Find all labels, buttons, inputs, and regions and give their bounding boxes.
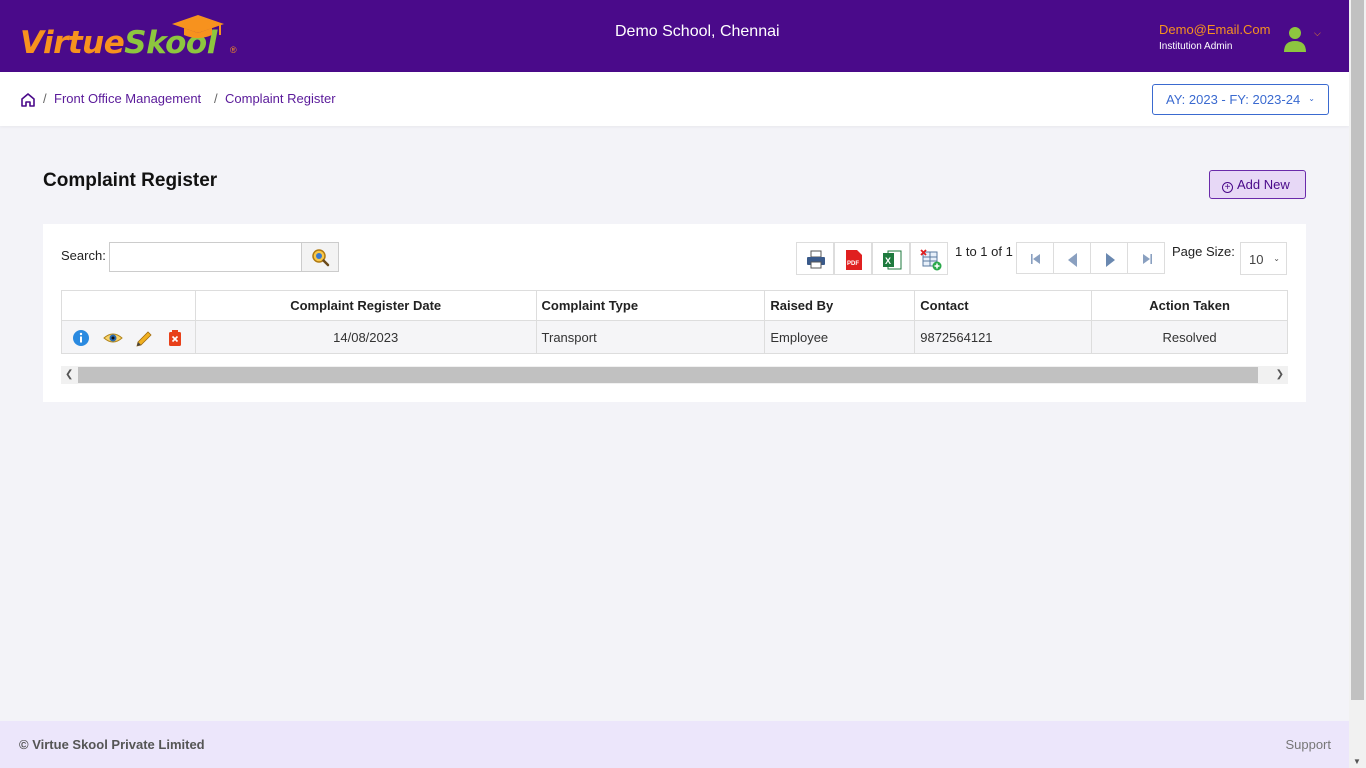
printer-icon bbox=[807, 250, 825, 269]
breadcrumb-separator: / bbox=[214, 91, 218, 106]
breadcrumb-complaint-register: Complaint Register bbox=[225, 91, 336, 106]
cell-date: 14/08/2023 bbox=[194, 320, 537, 354]
user-email[interactable]: Demo@Email.Com bbox=[1159, 22, 1270, 37]
scroll-right-icon[interactable]: ❯ bbox=[1276, 369, 1284, 380]
scrollbar-thumb[interactable] bbox=[78, 367, 1258, 383]
search-input[interactable] bbox=[109, 242, 302, 272]
search-icon bbox=[312, 249, 330, 267]
table-row[interactable]: 14/08/2023 Transport Employee 9872564121… bbox=[61, 320, 1288, 354]
table-settings-icon bbox=[920, 249, 942, 271]
column-header-raised-by[interactable]: Raised By bbox=[764, 290, 916, 321]
user-avatar-icon[interactable] bbox=[1283, 25, 1307, 53]
column-header-date[interactable]: Complaint Register Date bbox=[194, 290, 537, 321]
last-page-button[interactable] bbox=[1127, 242, 1165, 274]
prev-page-icon bbox=[1068, 253, 1077, 267]
page-size-label: Page Size: bbox=[1172, 244, 1235, 259]
page-title: Complaint Register bbox=[43, 170, 218, 191]
delete-icon[interactable] bbox=[166, 329, 184, 347]
export-excel-button[interactable]: X bbox=[872, 242, 910, 275]
next-page-button[interactable] bbox=[1090, 242, 1128, 274]
table-header-row: Complaint Register Date Complaint Type R… bbox=[61, 290, 1288, 321]
top-header: VirtueSkool ® Demo School, Chennai Demo@… bbox=[0, 0, 1349, 72]
svg-text:PDF: PDF bbox=[847, 261, 859, 267]
user-role: Institution Admin bbox=[1159, 41, 1233, 52]
complaint-grid-card: Search: PDF X 1 to 1 of 1 Page Size: 10 … bbox=[43, 224, 1306, 402]
first-page-button[interactable] bbox=[1016, 242, 1054, 274]
column-chooser-button[interactable] bbox=[910, 242, 948, 275]
search-label: Search: bbox=[61, 248, 106, 263]
chevron-down-icon: ⌄ bbox=[1308, 94, 1315, 103]
scrollbar-thumb[interactable] bbox=[1351, 0, 1364, 700]
scroll-down-icon[interactable]: ▼ bbox=[1353, 757, 1361, 766]
info-icon[interactable] bbox=[72, 329, 90, 347]
pager-info: 1 to 1 of 1 bbox=[955, 244, 1013, 259]
cell-raised-by: Employee bbox=[764, 320, 916, 354]
plus-circle-icon: + bbox=[1222, 182, 1233, 193]
copyright-text: © Virtue Skool Private Limited bbox=[19, 737, 205, 752]
page-size-select[interactable]: 10 ⌄ bbox=[1240, 242, 1287, 275]
academic-year-select[interactable]: AY: 2023 - FY: 2023-24 ⌄ bbox=[1152, 84, 1329, 115]
svg-text:X: X bbox=[885, 256, 891, 266]
breadcrumb-separator: / bbox=[43, 91, 47, 106]
scroll-left-icon[interactable]: ❮ bbox=[65, 369, 73, 380]
row-actions bbox=[61, 320, 196, 354]
complaint-table: Complaint Register Date Complaint Type R… bbox=[61, 290, 1288, 354]
virtueskool-logo[interactable]: VirtueSkool ® bbox=[20, 13, 250, 61]
chevron-down-icon: ⌄ bbox=[1273, 254, 1280, 263]
pdf-icon: PDF bbox=[846, 250, 862, 270]
prev-page-button[interactable] bbox=[1053, 242, 1091, 274]
export-pdf-button[interactable]: PDF bbox=[834, 242, 872, 275]
edit-pencil-icon[interactable] bbox=[135, 329, 153, 347]
home-icon[interactable] bbox=[20, 92, 36, 108]
school-name: Demo School, Chennai bbox=[615, 23, 780, 40]
column-header-contact[interactable]: Contact bbox=[914, 290, 1093, 321]
cell-type: Transport bbox=[535, 320, 766, 354]
column-header-actions bbox=[61, 290, 196, 321]
search-button[interactable] bbox=[301, 242, 339, 272]
cell-contact: 9872564121 bbox=[914, 320, 1093, 354]
cell-action-taken: Resolved bbox=[1091, 320, 1288, 354]
print-button[interactable] bbox=[796, 242, 834, 275]
view-eye-icon[interactable] bbox=[103, 329, 123, 347]
column-header-type[interactable]: Complaint Type bbox=[535, 290, 766, 321]
footer: © Virtue Skool Private Limited Support bbox=[0, 721, 1349, 768]
graduation-cap-icon bbox=[172, 15, 224, 38]
support-link[interactable]: Support bbox=[1285, 737, 1331, 752]
horizontal-scrollbar[interactable]: ❮ ❯ bbox=[61, 366, 1288, 384]
column-header-action-taken[interactable]: Action Taken bbox=[1091, 290, 1288, 321]
first-page-icon bbox=[1031, 254, 1040, 264]
page-vertical-scrollbar[interactable]: ▼ bbox=[1349, 0, 1366, 768]
breadcrumb-bar: / Front Office Management / Complaint Re… bbox=[0, 72, 1349, 126]
breadcrumb-front-office[interactable]: Front Office Management bbox=[54, 91, 201, 106]
chevron-down-icon[interactable]: ⌵ bbox=[1314, 28, 1321, 39]
last-page-icon bbox=[1143, 254, 1152, 264]
excel-icon: X bbox=[883, 250, 902, 270]
next-page-icon bbox=[1106, 253, 1115, 267]
add-new-button[interactable]: + Add New bbox=[1209, 170, 1306, 199]
